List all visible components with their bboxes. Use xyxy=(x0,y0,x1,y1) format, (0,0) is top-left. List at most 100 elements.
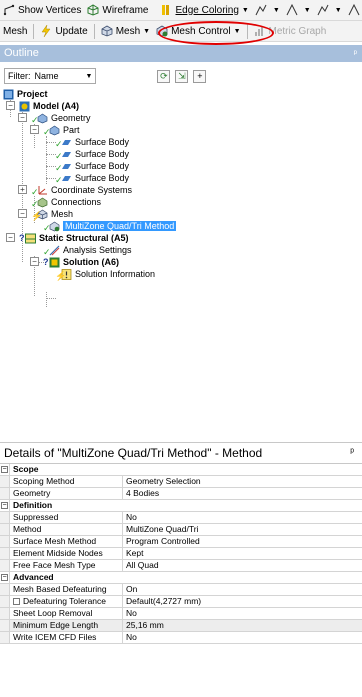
property-value[interactable]: MultiZone Quad/Tri xyxy=(123,524,362,535)
tree-expander-geometry[interactable]: − xyxy=(18,113,27,122)
details-row[interactable]: Suppressed No xyxy=(0,512,362,524)
details-row[interactable]: Element Midside Nodes Kept xyxy=(0,548,362,560)
details-row[interactable]: Minimum Edge Length 25,16 mm xyxy=(0,620,362,632)
details-row[interactable]: Geometry 4 Bodies xyxy=(0,488,362,500)
chevron-down-icon: ▼ xyxy=(303,6,311,14)
tree-node-solution[interactable]: ? Solution (A6) xyxy=(43,256,119,268)
property-value[interactable]: Program Controlled xyxy=(123,536,362,547)
tree-node-surface-body[interactable]: ✓ Surface Body xyxy=(55,172,130,184)
mesh-menu-dropdown[interactable]: Mesh ▼ xyxy=(98,22,153,41)
pin-icon[interactable]: ᵖ xyxy=(354,45,357,62)
tree-node-analysis-settings[interactable]: ✓ Analysis Settings xyxy=(43,244,132,256)
tree-node-surface-body[interactable]: ✓ Surface Body xyxy=(55,160,129,172)
chevron-down-icon: ▼ xyxy=(334,6,342,14)
edge-tool-dropdown-4[interactable] xyxy=(345,1,362,20)
tree-node-coordinate-systems[interactable]: ✓ Coordinate Systems xyxy=(31,184,133,196)
property-name: Write ICEM CFD Files xyxy=(10,632,123,643)
collapse-icon[interactable]: − xyxy=(1,466,8,473)
details-row[interactable]: Scoping Method Geometry Selection xyxy=(0,476,362,488)
property-value[interactable]: Geometry Selection xyxy=(123,476,362,487)
update-label: Update xyxy=(55,25,88,37)
solution-information-icon: ⚡ xyxy=(55,268,72,280)
static-structural-icon: ? xyxy=(19,233,36,244)
details-row[interactable]: Method MultiZone Quad/Tri xyxy=(0,524,362,536)
tree-expander-mesh[interactable]: − xyxy=(18,209,27,218)
tree-expander-model[interactable]: − xyxy=(6,101,15,110)
tree-node-surface-body[interactable]: ✓ Surface Body xyxy=(55,148,129,160)
edge-tool-dropdown-1[interactable]: ▼ xyxy=(252,1,283,20)
tree-expander-part[interactable]: − xyxy=(30,125,39,134)
property-value[interactable]: All Quad xyxy=(123,560,362,571)
tree-refresh-icon[interactable]: ⟳ xyxy=(157,69,171,83)
tree-collapse-icon[interactable]: ⇲ xyxy=(175,69,189,83)
tree-node-part[interactable]: ✓ Part xyxy=(43,124,80,136)
property-name: Defeaturing Tolerance xyxy=(23,596,107,606)
details-row[interactable]: Sheet Loop Removal No xyxy=(0,608,362,620)
tree-node-static-structural[interactable]: ? Static Structural (A5) xyxy=(19,232,129,244)
property-value[interactable]: Kept xyxy=(123,548,362,559)
surface-body-icon: ✓ xyxy=(55,173,72,184)
wireframe-button[interactable]: Wireframe xyxy=(84,1,151,20)
property-name: Mesh Based Defeaturing xyxy=(10,584,123,595)
update-button[interactable]: Update xyxy=(37,22,90,41)
edge-tool-dropdown-2[interactable]: ▼ xyxy=(283,1,314,20)
details-panel-header: Details of "MultiZone Quad/Tri Method" -… xyxy=(0,442,362,462)
tree-expand-all-icon[interactable]: + xyxy=(193,69,207,83)
details-section-scope[interactable]: − Scope xyxy=(0,464,362,476)
mesh-method-icon: ✓ xyxy=(43,221,60,232)
mesh-control-dropdown[interactable]: Mesh Control ▼ xyxy=(153,22,243,41)
tree-node-project[interactable]: Project xyxy=(3,88,48,100)
property-value[interactable]: 4 Bodies xyxy=(123,488,362,499)
property-value[interactable]: No xyxy=(123,632,362,643)
property-value[interactable]: No xyxy=(123,608,362,619)
show-vertices-button[interactable]: Show Vertices xyxy=(0,1,84,20)
tree-node-solution-information[interactable]: ⚡ Solution Information xyxy=(55,268,156,280)
parameter-checkbox[interactable] xyxy=(13,598,20,605)
details-section-definition[interactable]: − Definition xyxy=(0,500,362,512)
tree-expander-static-structural[interactable]: − xyxy=(6,233,15,242)
tree-label-surface-body: Surface Body xyxy=(75,173,130,183)
mesh-control-label: Mesh Control xyxy=(171,25,231,37)
details-row[interactable]: Free Face Mesh Type All Quad xyxy=(0,560,362,572)
filter-value: Name xyxy=(34,71,59,81)
chevron-down-icon: ▼ xyxy=(241,6,249,14)
tree-node-connections[interactable]: ✓ Connections xyxy=(31,196,102,208)
tree-expander-solution[interactable]: − xyxy=(30,257,39,266)
tree-node-multizone-method[interactable]: ✓ MultiZone Quad/Tri Method xyxy=(43,220,177,232)
metric-graph-button[interactable]: Metric Graph xyxy=(251,22,330,41)
tree-label-mesh: Mesh xyxy=(51,209,74,219)
filter-label: Filter: xyxy=(8,71,31,81)
filter-row: Filter: Name ▼ ⟳ ⇲ + xyxy=(0,66,362,86)
tree-node-mesh[interactable]: ⚡ Mesh xyxy=(31,208,74,220)
tree-node-surface-body[interactable]: ✓ Surface Body xyxy=(55,136,129,148)
property-value[interactable]: No xyxy=(123,512,362,523)
property-name: Method xyxy=(10,524,123,535)
section-label: Advanced xyxy=(13,572,54,582)
pin-icon[interactable]: ᵖ xyxy=(350,443,354,463)
tree-label-model: Model (A4) xyxy=(33,101,79,111)
edge-tool-dropdown-3[interactable]: ▼ xyxy=(314,1,345,20)
details-section-advanced[interactable]: − Advanced xyxy=(0,572,362,584)
tree-label-coordinate-systems: Coordinate Systems xyxy=(51,185,133,195)
lightning-icon xyxy=(40,24,52,38)
collapse-icon[interactable]: − xyxy=(1,502,8,509)
details-row[interactable]: Surface Mesh Method Program Controlled xyxy=(0,536,362,548)
tree-label-static-structural: Static Structural (A5) xyxy=(39,233,129,243)
tree-label-geometry: Geometry xyxy=(51,113,91,123)
details-row[interactable]: Write ICEM CFD Files No xyxy=(0,632,362,644)
chevron-down-icon: ▼ xyxy=(143,27,151,35)
tree-label-solution: Solution (A6) xyxy=(63,257,119,267)
filter-select[interactable]: Filter: Name ▼ xyxy=(4,68,97,84)
collapse-icon[interactable]: − xyxy=(1,574,8,581)
tree-node-model[interactable]: Model (A4) xyxy=(19,100,79,112)
tree-label-connections: Connections xyxy=(51,197,102,207)
tree-node-geometry[interactable]: ✓ Geometry xyxy=(31,112,91,124)
details-row[interactable]: Mesh Based Defeaturing On xyxy=(0,584,362,596)
details-row[interactable]: Defeaturing Tolerance Default(4,2727 mm) xyxy=(0,596,362,608)
property-value[interactable]: Default(4,2727 mm) xyxy=(123,596,362,607)
property-value[interactable]: On xyxy=(123,584,362,595)
tree-expander-coordinate-systems[interactable]: + xyxy=(18,185,27,194)
edge-coloring-dropdown[interactable]: Edge Coloring ▼ xyxy=(158,1,252,20)
chevron-down-icon: ▼ xyxy=(272,6,280,14)
tree-label-solution-information: Solution Information xyxy=(75,269,156,279)
